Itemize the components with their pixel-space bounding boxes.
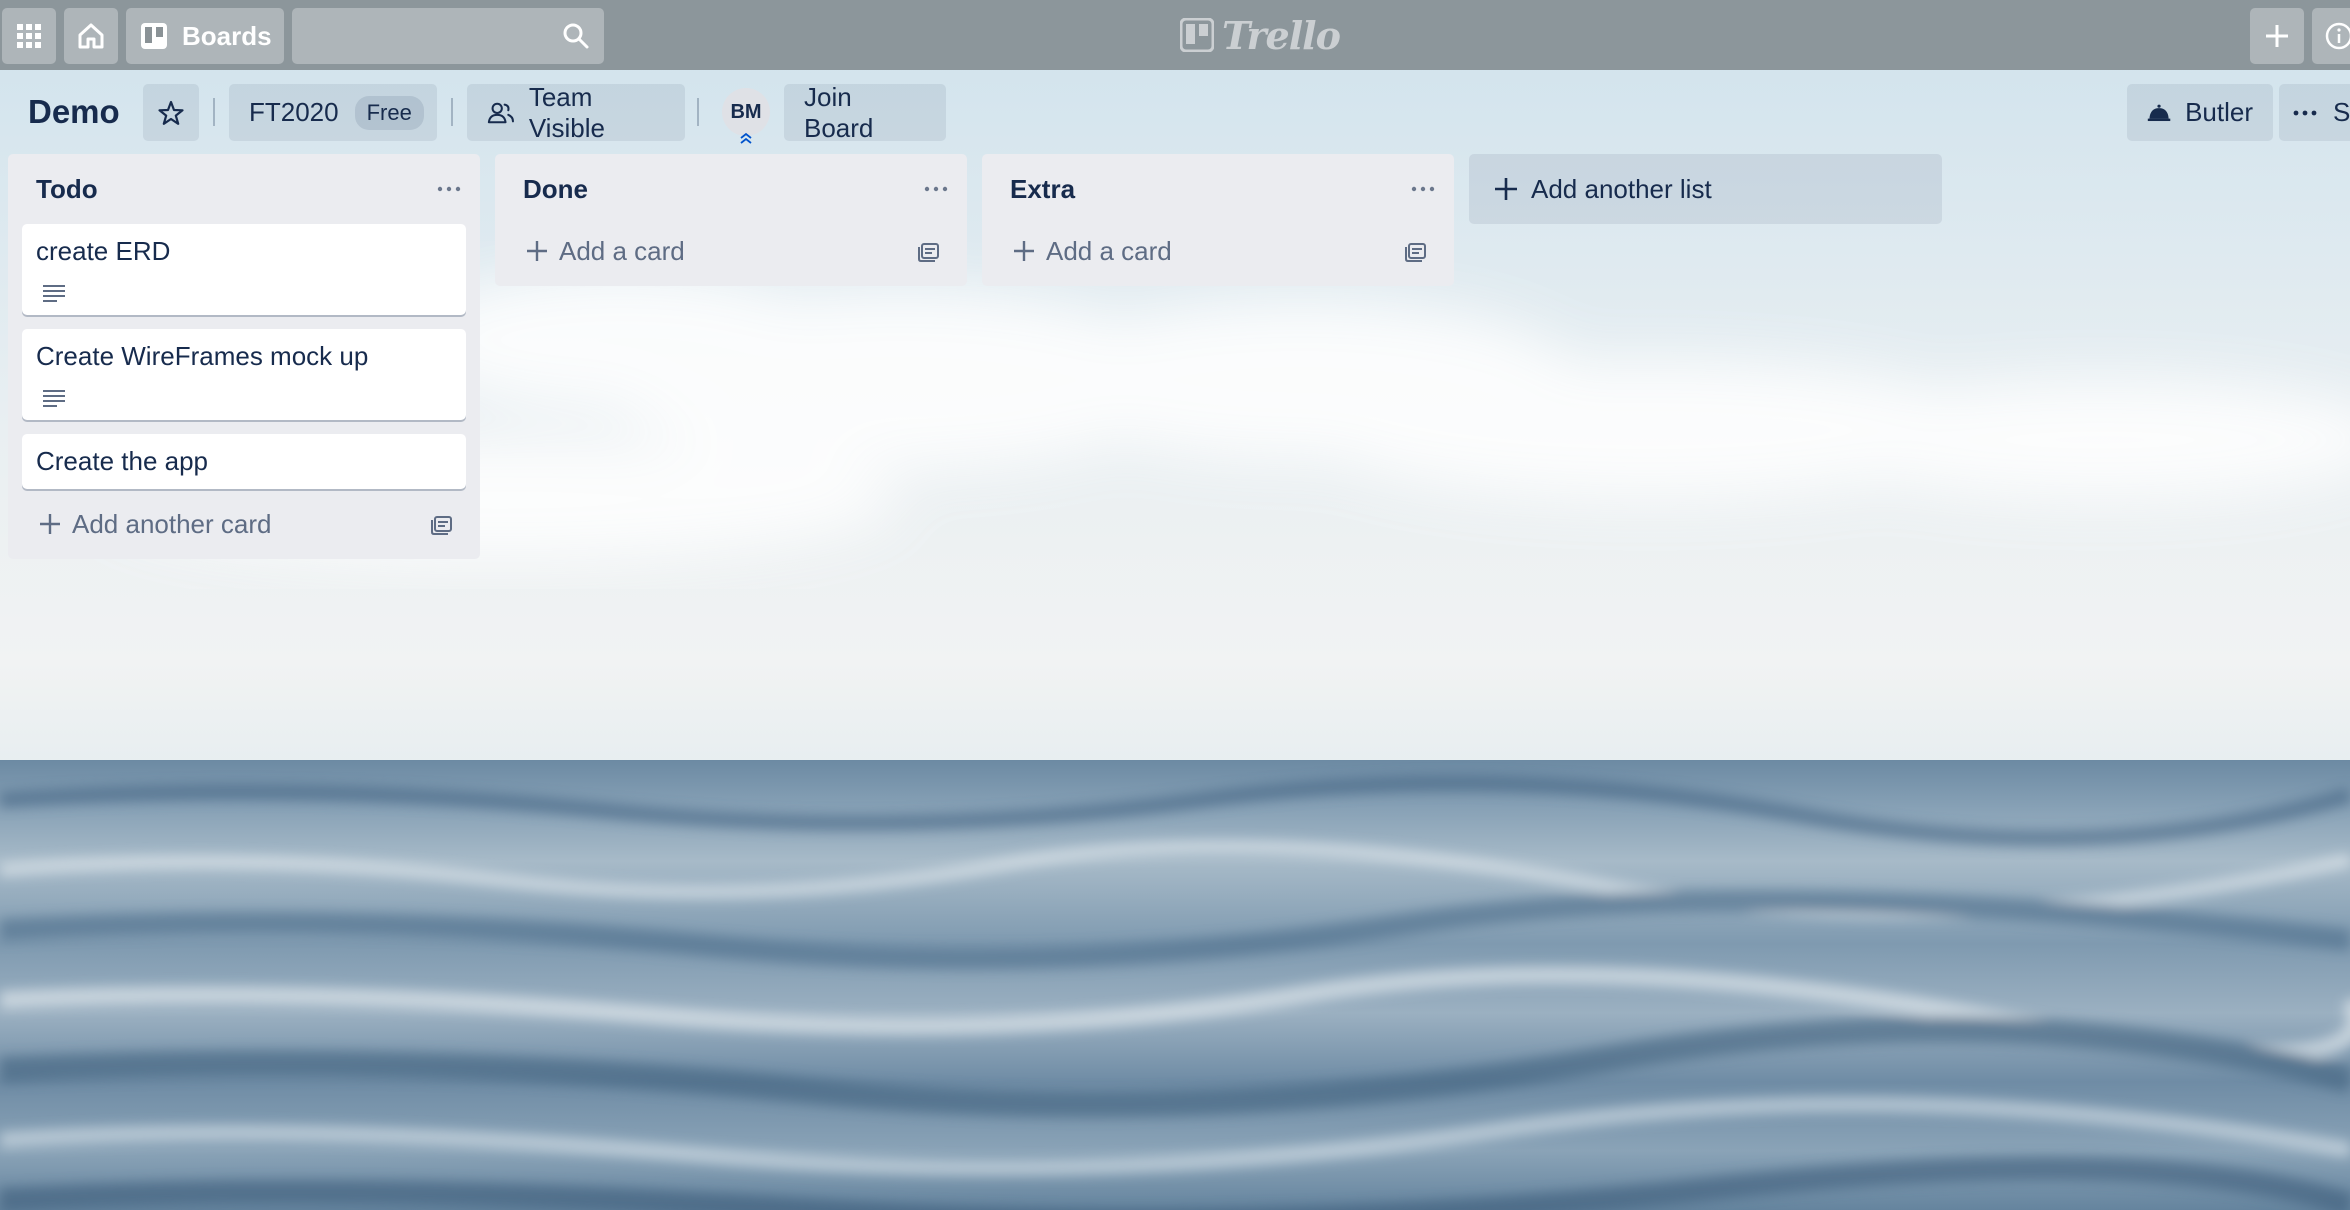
card-title: Create the app (36, 446, 209, 476)
card-template-icon[interactable] (430, 512, 454, 536)
list-header: Extra (982, 154, 1454, 224)
list-header: Todo (8, 154, 480, 224)
butler-label: Butler (2185, 97, 2253, 127)
home-button[interactable] (64, 8, 118, 64)
apps-grid-icon (17, 24, 41, 48)
plus-icon (40, 514, 60, 534)
show-menu-label: S (2333, 97, 2350, 127)
apps-grid-button[interactable] (2, 8, 56, 64)
list-menu-icon[interactable] (436, 176, 462, 202)
visibility-label: Team Visible (528, 81, 605, 143)
plan-badge: Free (354, 95, 424, 130)
list-title[interactable]: Done (523, 174, 588, 205)
team-button[interactable]: FT2020 Free (229, 84, 437, 141)
add-card-button[interactable]: Add a card (495, 216, 967, 286)
add-card-label: Add a card (1046, 235, 1172, 266)
search-icon[interactable] (562, 22, 590, 50)
info-button[interactable] (2312, 8, 2350, 64)
team-name: FT2020 (249, 97, 339, 127)
card-template-icon[interactable] (917, 239, 941, 263)
star-icon (158, 100, 184, 125)
member-initials: BM (730, 100, 762, 123)
team-visible-icon (487, 102, 514, 123)
boards-button[interactable]: Boards (126, 8, 284, 64)
plus-icon (1495, 178, 1517, 200)
separator (213, 98, 215, 126)
add-list-label: Add another list (1531, 173, 1712, 204)
description-icon (43, 285, 65, 302)
card[interactable]: create ERD (22, 224, 466, 315)
show-menu-button[interactable]: S (2279, 84, 2350, 141)
visibility-button[interactable]: Team Visible (467, 81, 685, 143)
plus-icon (1014, 241, 1034, 261)
join-board-label: Join Board (804, 81, 874, 143)
plus-icon (527, 241, 547, 261)
separator (697, 98, 699, 126)
add-card-label: Add another card (72, 508, 272, 539)
list-extra: Extra Add a card (982, 154, 1454, 286)
search-input[interactable] (292, 8, 604, 64)
star-button[interactable] (143, 84, 199, 141)
trello-logo-icon (1180, 18, 1214, 52)
plus-icon (2266, 25, 2288, 47)
more-icon (2293, 110, 2317, 115)
list-header: Done (495, 154, 967, 224)
separator (451, 98, 453, 126)
search-box[interactable] (292, 8, 604, 64)
top-header: Boards Trello (0, 0, 2350, 70)
list-menu-icon[interactable] (923, 176, 949, 202)
add-card-label: Add a card (559, 235, 685, 266)
add-card-button[interactable]: Add a card (982, 216, 1454, 286)
card[interactable]: Create WireFrames mock up (22, 329, 466, 420)
sea-background (0, 760, 2350, 1210)
list-todo: Todo create ERD Create WireFrames mock u… (8, 154, 480, 559)
trello-logo[interactable]: Trello (1180, 12, 1341, 58)
admin-chevron-icon (740, 132, 752, 144)
add-list-button[interactable]: Add another list (1469, 154, 1942, 224)
card[interactable]: Create the app (22, 434, 466, 489)
description-icon (43, 390, 65, 407)
list-title[interactable]: Extra (1010, 174, 1075, 205)
list-title[interactable]: Todo (36, 174, 98, 205)
list-done: Done Add a card (495, 154, 967, 286)
boards-icon (141, 23, 167, 49)
list-menu-icon[interactable] (1410, 176, 1436, 202)
card-title: Create WireFrames mock up (36, 341, 369, 371)
member-avatar[interactable]: BM (722, 88, 770, 144)
info-icon (2325, 22, 2350, 50)
trello-logo-text: Trello (1222, 12, 1341, 58)
home-icon (78, 23, 104, 49)
card-template-icon[interactable] (1404, 239, 1428, 263)
butler-button[interactable]: Butler (2127, 84, 2273, 141)
butler-icon (2147, 104, 2171, 121)
board-title[interactable]: Demo (28, 88, 120, 136)
boards-label: Boards (182, 20, 272, 51)
add-card-button[interactable]: Add another card (8, 489, 480, 559)
create-button[interactable] (2250, 8, 2304, 64)
join-board-button[interactable]: Join Board (784, 81, 946, 143)
card-title: create ERD (36, 236, 171, 266)
